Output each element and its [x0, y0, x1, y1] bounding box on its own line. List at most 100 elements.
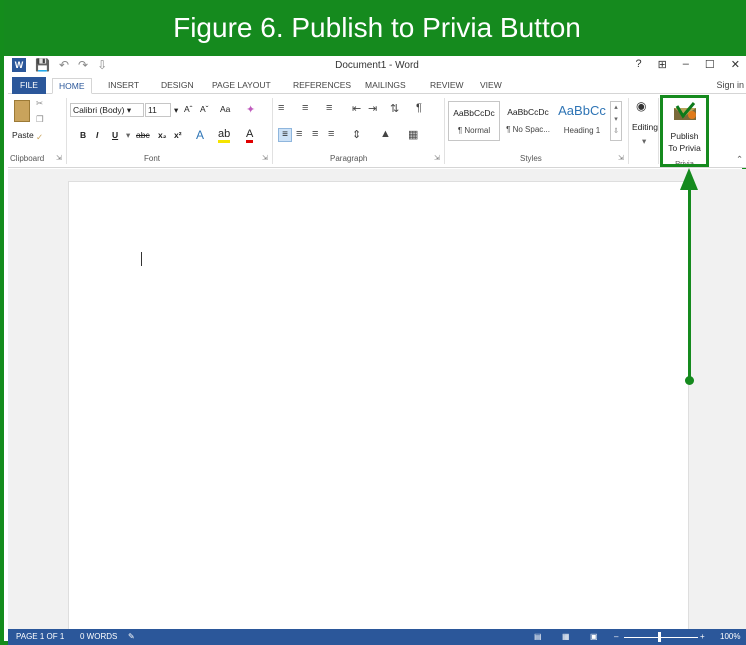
justify-icon[interactable]: ≡ [328, 128, 334, 140]
increase-indent-icon[interactable]: ⇥ [368, 102, 377, 115]
paste-icon[interactable] [14, 100, 30, 122]
zoom-in-button[interactable]: + [700, 632, 705, 641]
proofing-icon[interactable]: ✎ [128, 632, 135, 641]
bold-button[interactable]: B [80, 130, 86, 140]
style-no-spacing-sample: AaBbCcDc [507, 107, 549, 117]
style-heading-1[interactable]: AaBbCc Heading 1 [556, 101, 608, 141]
highlight-icon[interactable]: ab [218, 128, 231, 143]
privia-highlight-box [660, 95, 709, 167]
font-name-value: Calibri (Body) [73, 105, 125, 115]
zoom-out-button[interactable]: – [614, 632, 618, 641]
tab-home[interactable]: HOME [52, 78, 92, 94]
change-case-button[interactable]: Aa [220, 104, 230, 114]
ribbon-display-options-button[interactable]: ⊞ [658, 58, 667, 71]
align-center-icon[interactable]: ≡ [296, 128, 302, 140]
strikethrough-button[interactable]: abc [136, 130, 150, 140]
subscript-button[interactable]: x₂ [158, 130, 167, 140]
sort-icon[interactable]: ⇅ [390, 102, 399, 115]
font-name-box[interactable]: Calibri (Body) ▾ [70, 103, 144, 117]
shading-icon[interactable]: ▲ [380, 128, 391, 140]
help-button[interactable]: ? [635, 58, 641, 71]
editing-dropdown-icon[interactable]: ▾ [642, 136, 646, 147]
minimize-button[interactable]: – [683, 58, 689, 71]
style-normal[interactable]: AaBbCcDc ¶ Normal [448, 101, 500, 141]
print-layout-icon[interactable]: ▦ [562, 632, 570, 641]
borders-icon[interactable]: ▦ [408, 128, 418, 141]
ribbon-tabs: FILE HOME INSERT DESIGN PAGE LAYOUT REFE… [8, 76, 746, 94]
bullets-icon[interactable]: ≡ [278, 102, 284, 114]
underline-button[interactable]: U [112, 130, 118, 140]
separator [272, 98, 273, 164]
styles-scroll[interactable]: ▴ ▾ ⇩ [610, 101, 622, 141]
collapse-ribbon-icon[interactable]: ⌃ [736, 154, 743, 165]
tab-view[interactable]: VIEW [480, 78, 502, 94]
text-effects-icon[interactable]: A [196, 128, 204, 142]
close-button[interactable]: ✕ [731, 58, 740, 71]
status-bar: PAGE 1 OF 1 0 WORDS ✎ ▤ ▦ ▣ – + 100% [8, 629, 746, 645]
line-spacing-icon[interactable]: ⇕ [352, 128, 361, 141]
align-right-icon[interactable]: ≡ [312, 128, 318, 140]
style-normal-name: ¶ Normal [457, 126, 491, 135]
font-size-value: 11 [148, 105, 157, 115]
zoom-level[interactable]: 100% [720, 632, 740, 641]
styles-launcher-icon[interactable]: ⇲ [618, 154, 624, 162]
sign-in-link[interactable]: Sign in [716, 80, 744, 90]
document-area[interactable] [8, 169, 746, 633]
tab-design[interactable]: DESIGN [161, 78, 194, 94]
word-count-status[interactable]: 0 WORDS [80, 632, 117, 641]
grow-font-button[interactable]: Aˆ [184, 104, 193, 114]
underline-dropdown-icon[interactable]: ▾ [126, 130, 130, 141]
format-painter-icon[interactable]: ✓ [36, 132, 43, 143]
text-cursor [141, 252, 142, 266]
italic-button[interactable]: I [96, 130, 98, 140]
multilevel-list-icon[interactable]: ≡ [326, 102, 332, 114]
font-size-box[interactable]: 11 [145, 103, 171, 117]
callout-arrow-dot [685, 376, 694, 385]
paste-button[interactable]: Paste [12, 130, 34, 140]
decrease-indent-icon[interactable]: ⇤ [352, 102, 361, 115]
editing-button[interactable]: Editing [632, 122, 658, 132]
zoom-slider[interactable] [624, 637, 698, 638]
font-launcher-icon[interactable]: ⇲ [262, 154, 268, 162]
tab-page-layout[interactable]: PAGE LAYOUT [212, 78, 271, 94]
clear-formatting-icon[interactable]: ✦ [246, 103, 255, 116]
figure-frame: Figure 6. Publish to Privia Button W 💾 ↶… [0, 0, 746, 645]
font-color-icon[interactable]: A [246, 128, 254, 143]
font-group-label: Font [144, 154, 161, 163]
font-size-dropdown-icon[interactable]: ▾ [174, 105, 178, 116]
window-controls: ? ⊞ – ☐ ✕ [635, 58, 740, 71]
style-no-spacing-name: ¶ No Spac... [506, 125, 550, 134]
binoculars-icon: ◉ [636, 99, 647, 113]
show-formatting-icon[interactable]: ¶ [416, 102, 422, 114]
web-layout-icon[interactable]: ▣ [590, 632, 598, 641]
tab-insert[interactable]: INSERT [108, 78, 139, 94]
style-no-spacing[interactable]: AaBbCcDc ¶ No Spac... [502, 101, 554, 141]
document-page[interactable] [68, 181, 689, 633]
superscript-button[interactable]: x² [174, 130, 182, 140]
tab-file[interactable]: FILE [12, 77, 46, 94]
maximize-button[interactable]: ☐ [705, 58, 715, 71]
callout-arrow-head [680, 168, 698, 190]
tab-mailings[interactable]: MAILINGS [365, 78, 406, 94]
separator [628, 98, 629, 164]
paragraph-launcher-icon[interactable]: ⇲ [434, 154, 440, 162]
clipboard-launcher-icon[interactable]: ⇲ [56, 154, 62, 162]
callout-arrow-line [688, 188, 691, 380]
zoom-slider-thumb[interactable] [658, 632, 661, 642]
style-normal-sample: AaBbCcDc [453, 108, 495, 118]
numbering-icon[interactable]: ≡ [302, 102, 308, 114]
cut-icon[interactable]: ✂ [36, 98, 43, 109]
align-left-icon[interactable]: ≡ [278, 128, 292, 142]
separator [658, 98, 659, 164]
clipboard-group-label: Clipboard [10, 154, 45, 163]
tab-review[interactable]: REVIEW [430, 78, 464, 94]
title-bar: W 💾 ↶ ↷ ⇩ Document1 - Word ? ⊞ – ☐ ✕ [8, 56, 746, 76]
shrink-font-button[interactable]: Aˇ [200, 104, 209, 114]
page-count-status[interactable]: PAGE 1 OF 1 [16, 632, 64, 641]
read-mode-icon[interactable]: ▤ [534, 632, 542, 641]
figure-title: Figure 6. Publish to Privia Button [4, 0, 746, 56]
copy-icon[interactable]: ❐ [36, 114, 44, 125]
styles-group-label: Styles [520, 154, 542, 163]
style-heading-1-name: Heading 1 [563, 126, 601, 135]
tab-references[interactable]: REFERENCES [293, 78, 351, 94]
